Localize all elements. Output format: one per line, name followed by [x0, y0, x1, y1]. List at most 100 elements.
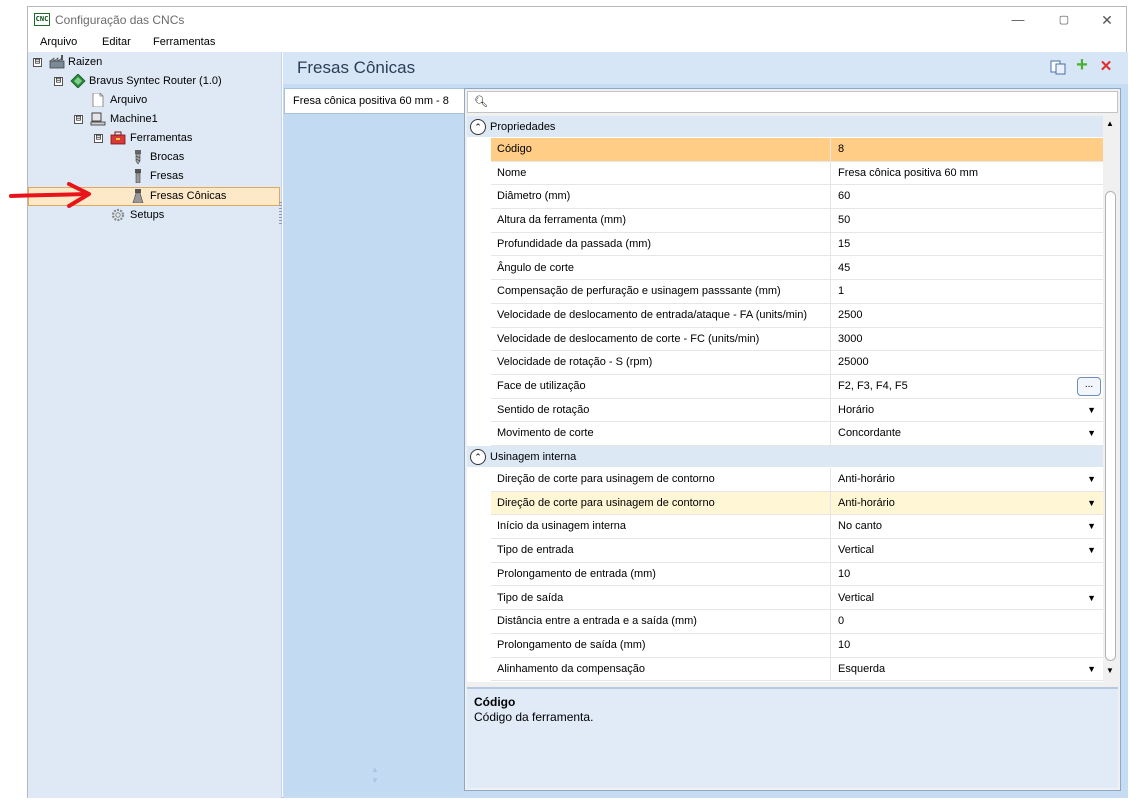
property-row-velocidade-entrada[interactable]: Velocidade de deslocamento de entrada/at…: [467, 303, 1103, 328]
collapse-icon[interactable]: ⊟: [94, 134, 103, 143]
tree-node-ferramentas[interactable]: ⊟ Ferramentas: [28, 130, 278, 147]
property-value[interactable]: 10: [831, 634, 1103, 658]
property-name: Tipo de saída: [491, 586, 831, 611]
property-row-direcao-corte[interactable]: Direção de corte para usinagem de contor…: [467, 468, 1103, 492]
property-row-codigo[interactable]: Código 8: [467, 138, 1103, 162]
tool-list-item[interactable]: Fresa cônica positiva 60 mm - 8: [284, 88, 467, 114]
dropdown-arrow-icon[interactable]: ▼: [1087, 399, 1096, 422]
minimize-button[interactable]: —: [1003, 11, 1033, 29]
tree-label: Brocas: [150, 151, 185, 163]
property-value[interactable]: Fresa cônica positiva 60 mm: [831, 162, 1103, 186]
tree-label: Bravus Syntec Router (1.0): [89, 75, 222, 87]
property-value[interactable]: Anti-horário ▼: [831, 468, 1103, 492]
property-row-distancia[interactable]: Distância entre a entrada e a saída (mm)…: [467, 610, 1103, 634]
property-value[interactable]: Esquerda ▼: [831, 658, 1103, 682]
category-label: Propriedades: [490, 121, 556, 133]
description-text: Código da ferramenta.: [474, 710, 594, 724]
property-row-prolongamento-entrada[interactable]: Prolongamento de entrada (mm) 10: [467, 562, 1103, 587]
property-value[interactable]: Concordante ▼: [831, 422, 1103, 447]
menu-ferramentas[interactable]: Ferramentas: [153, 36, 215, 48]
tree-node-raizen[interactable]: ⊟ Raizen: [28, 54, 278, 71]
menu-bar: Arquivo Editar Ferramentas: [28, 34, 1126, 52]
delete-icon[interactable]: ✕: [1098, 59, 1114, 75]
property-description-panel: Código Código da ferramenta.: [467, 687, 1118, 788]
property-value[interactable]: 25000: [831, 351, 1103, 375]
property-value[interactable]: 15: [831, 233, 1103, 257]
property-name: Face de utilização: [491, 375, 831, 399]
tree-node-brocas[interactable]: Brocas: [28, 149, 278, 166]
property-row-direcao-corte-2[interactable]: Direção de corte para usinagem de contor…: [467, 491, 1103, 516]
maximize-button[interactable]: ▢: [1049, 11, 1079, 29]
window-title: Configuração das CNCs: [55, 13, 185, 27]
property-value[interactable]: 0: [831, 610, 1103, 634]
property-name: Alinhamento da compensação: [491, 657, 831, 682]
property-value[interactable]: Vertical ▼: [831, 587, 1103, 611]
property-value[interactable]: F2, F3, F4, F5 ...: [831, 375, 1103, 399]
ellipsis-button[interactable]: ...: [1077, 377, 1101, 396]
property-row-face-utilizacao[interactable]: Face de utilização F2, F3, F4, F5 ...: [467, 375, 1103, 399]
property-value[interactable]: No canto ▼: [831, 515, 1103, 540]
search-input[interactable]: 🔍︎: [467, 91, 1118, 113]
property-value[interactable]: 1: [831, 280, 1103, 304]
toolbox-icon: [110, 131, 126, 145]
dropdown-arrow-icon[interactable]: ▼: [1087, 658, 1096, 681]
collapse-category-icon[interactable]: ⌃: [470, 119, 486, 135]
menu-arquivo[interactable]: Arquivo: [40, 36, 77, 48]
dropdown-arrow-icon[interactable]: ▼: [1087, 422, 1096, 445]
property-value-text: Vertical: [838, 544, 875, 557]
property-value[interactable]: Anti-horário ▼: [831, 491, 1103, 516]
add-icon[interactable]: +: [1074, 55, 1090, 75]
scrollbar-thumb[interactable]: [1105, 191, 1116, 661]
cnc-app-icon: CNC: [34, 13, 50, 26]
tool-list-scroll-arrows[interactable]: ▲ ▼: [370, 764, 380, 786]
property-value[interactable]: Vertical ▼: [831, 539, 1103, 563]
menu-editar[interactable]: Editar: [102, 36, 131, 48]
close-window-button[interactable]: ✕: [1092, 11, 1122, 29]
category-propriedades[interactable]: ⌃ Propriedades: [467, 116, 1103, 138]
property-row-tipo-saida[interactable]: Tipo de saída Vertical ▼: [467, 586, 1103, 611]
tree-node-machine1[interactable]: ⊟ Machine1: [28, 111, 278, 128]
page-title: Fresas Cônicas: [297, 58, 416, 77]
property-row-profundidade[interactable]: Profundidade da passada (mm) 15: [467, 232, 1103, 257]
property-row-movimento-corte[interactable]: Movimento de corte Concordante ▼: [467, 422, 1103, 447]
property-row-alinhamento[interactable]: Alinhamento da compensação Esquerda ▼: [467, 657, 1103, 682]
scroll-up-icon[interactable]: ▲: [1106, 119, 1114, 128]
property-row-nome[interactable]: Nome Fresa cônica positiva 60 mm: [467, 161, 1103, 186]
property-name: Distância entre a entrada e a saída (mm): [491, 610, 831, 634]
dropdown-arrow-icon[interactable]: ▼: [1087, 492, 1096, 515]
property-row-velocidade-rotacao[interactable]: Velocidade de rotação - S (rpm) 25000: [467, 351, 1103, 375]
property-grid-scrollbar[interactable]: ▲ ▼: [1103, 116, 1118, 682]
dropdown-arrow-icon[interactable]: ▼: [1087, 539, 1096, 562]
property-row-altura[interactable]: Altura da ferramenta (mm) 50: [467, 209, 1103, 233]
property-row-prolongamento-saida[interactable]: Prolongamento de saída (mm) 10: [467, 633, 1103, 658]
collapse-icon[interactable]: ⊟: [54, 77, 63, 86]
property-row-tipo-entrada[interactable]: Tipo de entrada Vertical ▼: [467, 539, 1103, 563]
property-row-diametro[interactable]: Diâmetro (mm) 60: [467, 185, 1103, 210]
dropdown-arrow-icon[interactable]: ▼: [1087, 468, 1096, 491]
dropdown-arrow-icon[interactable]: ▼: [1087, 515, 1096, 538]
tree-node-bravus-router[interactable]: ⊟ Bravus Syntec Router (1.0): [28, 73, 278, 90]
property-value[interactable]: 10: [831, 563, 1103, 587]
property-value[interactable]: 8: [831, 138, 1103, 162]
property-row-sentido-rotacao[interactable]: Sentido de rotação Horário ▼: [467, 398, 1103, 423]
category-usinagem-interna[interactable]: ⌃ Usinagem interna: [467, 446, 1103, 468]
property-value[interactable]: 60: [831, 185, 1103, 210]
property-value[interactable]: Horário ▼: [831, 399, 1103, 423]
property-value[interactable]: 3000: [831, 328, 1103, 352]
dropdown-arrow-icon[interactable]: ▼: [1087, 587, 1096, 610]
property-value[interactable]: 50: [831, 209, 1103, 233]
property-row-velocidade-corte[interactable]: Velocidade de deslocamento de corte - FC…: [467, 327, 1103, 352]
property-value[interactable]: 2500: [831, 304, 1103, 328]
property-row-inicio-usinagem[interactable]: Início da usinagem interna No canto ▼: [467, 515, 1103, 540]
tree-node-arquivo[interactable]: Arquivo: [28, 92, 278, 109]
collapse-category-icon[interactable]: ⌃: [470, 449, 486, 465]
splitter-grip[interactable]: [279, 202, 282, 224]
copy-icon[interactable]: [1050, 59, 1066, 75]
scroll-down-icon[interactable]: ▼: [1106, 666, 1114, 675]
collapse-icon[interactable]: ⊟: [74, 115, 83, 124]
property-row-compensacao[interactable]: Compensação de perfuração e usinagem pas…: [467, 280, 1103, 304]
property-row-angulo[interactable]: Ângulo de corte 45: [467, 256, 1103, 281]
description-title: Código: [474, 695, 516, 709]
property-value[interactable]: 45: [831, 257, 1103, 281]
collapse-icon[interactable]: ⊟: [33, 58, 42, 67]
